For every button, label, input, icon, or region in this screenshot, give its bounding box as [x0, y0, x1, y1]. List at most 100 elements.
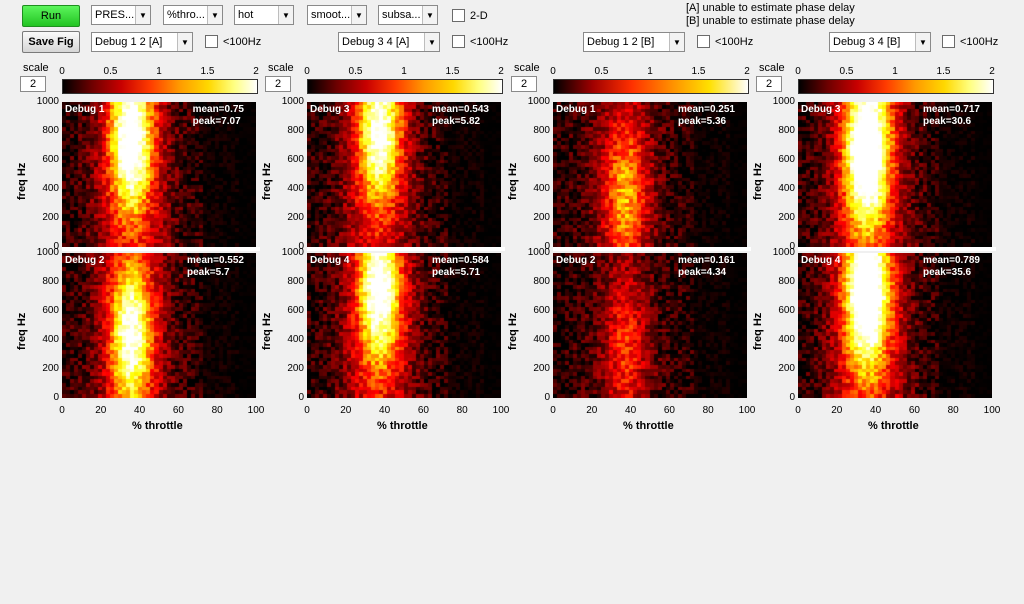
colorbar: [62, 79, 258, 94]
x-tick-label: 100: [983, 405, 1001, 416]
checkbox-box[interactable]: [452, 9, 465, 22]
panel-stats: mean=0.552 peak=5.7: [187, 255, 244, 279]
y-tick-label: 400: [287, 334, 304, 345]
y-tick-label: 1000: [36, 247, 59, 258]
spectrogram-heatmap: Debug 4 mean=0.584 peak=5.71: [307, 253, 501, 398]
y-tick-label: 1000: [36, 96, 59, 107]
scale-input[interactable]: 2: [20, 76, 46, 92]
x-tick-label: 80: [456, 405, 468, 416]
y-tick-label: 0: [544, 392, 550, 403]
scale-label: scale: [759, 62, 785, 74]
y-tick-label: 600: [42, 154, 59, 165]
smoothing-dropdown[interactable]: smoot... ▼: [307, 5, 367, 25]
y-tick-label: 600: [533, 305, 550, 316]
y-tick-label: 800: [778, 276, 795, 287]
panel-title: Debug 4: [801, 255, 841, 266]
y-tick-label: 800: [533, 125, 550, 136]
xaxis-dropdown-value: %thro...: [167, 9, 205, 21]
y-tick-label: 800: [287, 276, 304, 287]
colorbar-tick-label: 1: [401, 66, 407, 77]
colorbar-tick-label: 0.5: [348, 66, 363, 77]
selector-1-dropdown[interactable]: Debug 1 2 [A] ▼: [91, 32, 193, 52]
scale-input[interactable]: 2: [511, 76, 537, 92]
selector-4-dropdown[interactable]: Debug 3 4 [B] ▼: [829, 32, 931, 52]
spectrogram-heatmap: Debug 3 mean=0.543 peak=5.82: [307, 102, 501, 247]
panel-title: Debug 2: [65, 255, 105, 266]
panel-title: Debug 4: [310, 255, 350, 266]
panel-peak: peak=7.07: [192, 116, 241, 127]
selector-2-dropdown[interactable]: Debug 3 4 [A] ▼: [338, 32, 440, 52]
checkbox-box[interactable]: [942, 35, 955, 48]
separator-strip: [62, 247, 260, 251]
panel-stats: mean=0.75 peak=7.07: [193, 104, 244, 128]
selector-4-checkbox[interactable]: <100Hz: [942, 35, 998, 48]
subsample-dropdown[interactable]: subsa... ▼: [378, 5, 438, 25]
checkbox-box[interactable]: [205, 35, 218, 48]
selector-1-check-label: <100Hz: [223, 35, 262, 48]
y-tick-label: 1000: [281, 96, 304, 107]
panel-peak: peak=5.7: [187, 267, 230, 278]
panel-mean: mean=0.75: [192, 104, 244, 115]
colormap-dropdown[interactable]: hot ▼: [234, 5, 294, 25]
panel-title: Debug 3: [801, 104, 841, 115]
colorbar-tick-label: 1: [156, 66, 162, 77]
x-tick-label: 0: [304, 405, 310, 416]
y-tick-label: 800: [42, 276, 59, 287]
y-tick-label: 600: [42, 305, 59, 316]
y-tick-label: 200: [287, 212, 304, 223]
y-tick-label: 200: [778, 212, 795, 223]
y-tick-label: 600: [287, 154, 304, 165]
colorbar-tick-label: 1.5: [445, 66, 460, 77]
y-axis-label: freq Hz: [261, 312, 273, 350]
spectrogram-heatmap: Debug 2 mean=0.552 peak=5.7: [62, 253, 256, 398]
selector-3-dropdown[interactable]: Debug 1 2 [B] ▼: [583, 32, 685, 52]
run-button[interactable]: Run: [22, 5, 80, 27]
x-tick-label: 60: [172, 405, 184, 416]
colorbar-tick-label: 0.5: [839, 66, 854, 77]
chevron-down-icon: ▼: [422, 6, 437, 24]
panel-peak: peak=5.36: [678, 116, 727, 127]
x-tick-label: 80: [211, 405, 223, 416]
selector-2-check-label: <100Hz: [470, 35, 509, 48]
y-tick-label: 400: [533, 334, 550, 345]
save-fig-button[interactable]: Save Fig: [22, 31, 80, 53]
smoothing-dropdown-value: smoot...: [311, 9, 351, 21]
x-tick-label: 20: [831, 405, 843, 416]
x-tick-label: 40: [134, 405, 146, 416]
y-tick-label: 600: [533, 154, 550, 165]
chevron-down-icon: ▼: [669, 33, 684, 51]
y-tick-label: 400: [778, 334, 795, 345]
spectrogram-heatmap: Debug 2 mean=0.161 peak=4.34: [553, 253, 747, 398]
x-tick-label: 100: [738, 405, 756, 416]
twod-checkbox[interactable]: 2-D: [452, 9, 488, 22]
method-dropdown-value: PRES...: [95, 9, 135, 21]
xaxis-dropdown[interactable]: %thro... ▼: [163, 5, 223, 25]
scale-label: scale: [514, 62, 540, 74]
y-tick-label: 1000: [527, 96, 550, 107]
panel-title: Debug 1: [65, 104, 105, 115]
checkbox-box[interactable]: [452, 35, 465, 48]
scale-input[interactable]: 2: [265, 76, 291, 92]
y-axis-label: freq Hz: [16, 312, 28, 350]
x-tick-label: 0: [795, 405, 801, 416]
panel-mean: mean=0.584: [432, 255, 489, 266]
scale-input[interactable]: 2: [756, 76, 782, 92]
checkbox-box[interactable]: [697, 35, 710, 48]
x-tick-label: 80: [947, 405, 959, 416]
selector-3-checkbox[interactable]: <100Hz: [697, 35, 753, 48]
y-axis-label: freq Hz: [261, 162, 273, 200]
method-dropdown[interactable]: PRES... ▼: [91, 5, 151, 25]
chevron-down-icon: ▼: [177, 33, 192, 51]
chevron-down-icon: ▼: [207, 6, 222, 24]
x-tick-label: 0: [550, 405, 556, 416]
y-tick-label: 200: [42, 212, 59, 223]
chevron-down-icon: ▼: [351, 6, 366, 24]
selector-3-value: Debug 1 2 [B]: [587, 36, 655, 48]
colorbar-tick-label: 0.5: [594, 66, 609, 77]
y-tick-label: 1000: [527, 247, 550, 258]
colorbar-tick-label: 2: [498, 66, 504, 77]
selector-1-checkbox[interactable]: <100Hz: [205, 35, 261, 48]
y-tick-label: 400: [778, 183, 795, 194]
selector-2-checkbox[interactable]: <100Hz: [452, 35, 508, 48]
x-tick-label: 60: [908, 405, 920, 416]
